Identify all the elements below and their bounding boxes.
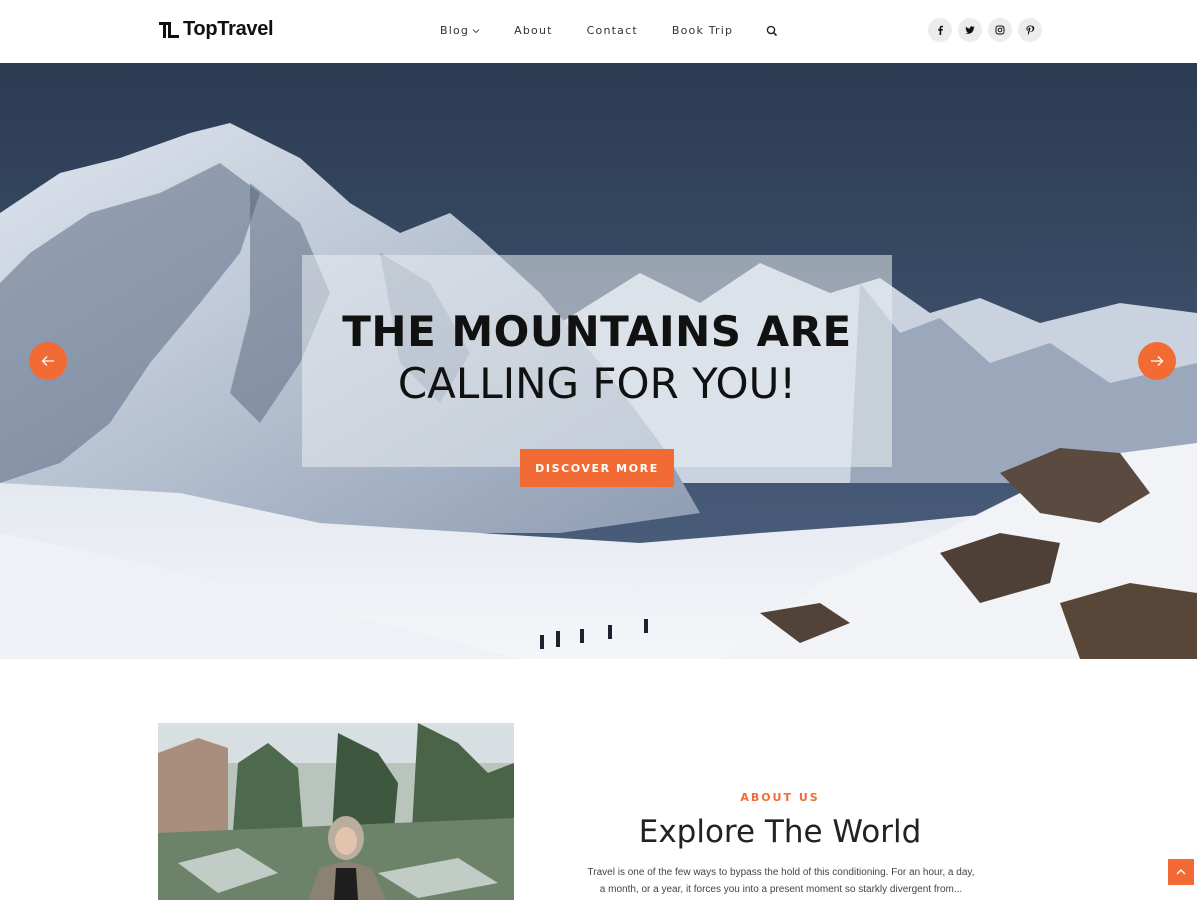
hero-title: THE MOUNTAINS ARE: [342, 307, 852, 356]
back-to-top-button[interactable]: [1168, 859, 1194, 885]
chevron-up-icon: [1176, 869, 1186, 875]
site-logo[interactable]: TopTravel: [158, 18, 274, 41]
search-icon[interactable]: [765, 24, 779, 38]
instagram-icon[interactable]: [988, 18, 1012, 42]
about-title: Explore The World: [638, 814, 922, 850]
social-links: [928, 18, 1042, 42]
about-text: Travel is one of the few ways to bypass …: [587, 867, 975, 895]
facebook-icon[interactable]: [928, 18, 952, 42]
nav-item-book-trip[interactable]: Book Trip: [672, 24, 733, 38]
discover-more-button[interactable]: DISCOVER MORE: [520, 449, 674, 487]
chevron-down-icon: [472, 29, 480, 34]
hero-subtitle: CALLING FOR YOU!: [397, 359, 797, 408]
logo-mark-icon: [159, 21, 179, 38]
hero-caption-box: THE MOUNTAINS ARE CALLING FOR YOU!: [302, 255, 892, 467]
arrow-right-icon: [1151, 356, 1164, 366]
about-eyebrow: ABOUT US: [740, 791, 820, 804]
hero-slider: THE MOUNTAINS ARE CALLING FOR YOU! DISCO…: [0, 63, 1197, 659]
slider-next-button[interactable]: [1138, 342, 1176, 380]
arrow-left-icon: [41, 356, 54, 366]
main-nav: Blog About Contact Book Trip: [440, 24, 779, 38]
logo-text: TopTravel: [183, 18, 274, 40]
nav-item-label: Blog: [440, 24, 470, 37]
about-image: [158, 723, 514, 900]
twitter-icon[interactable]: [958, 18, 982, 42]
slider-prev-button[interactable]: [29, 342, 67, 380]
nav-item-contact[interactable]: Contact: [587, 24, 638, 38]
site-header: TopTravel Blog About Contact Book Trip: [0, 0, 1200, 63]
nav-item-about[interactable]: About: [514, 24, 553, 38]
nav-item-blog[interactable]: Blog: [440, 24, 480, 38]
pinterest-icon[interactable]: [1018, 18, 1042, 42]
